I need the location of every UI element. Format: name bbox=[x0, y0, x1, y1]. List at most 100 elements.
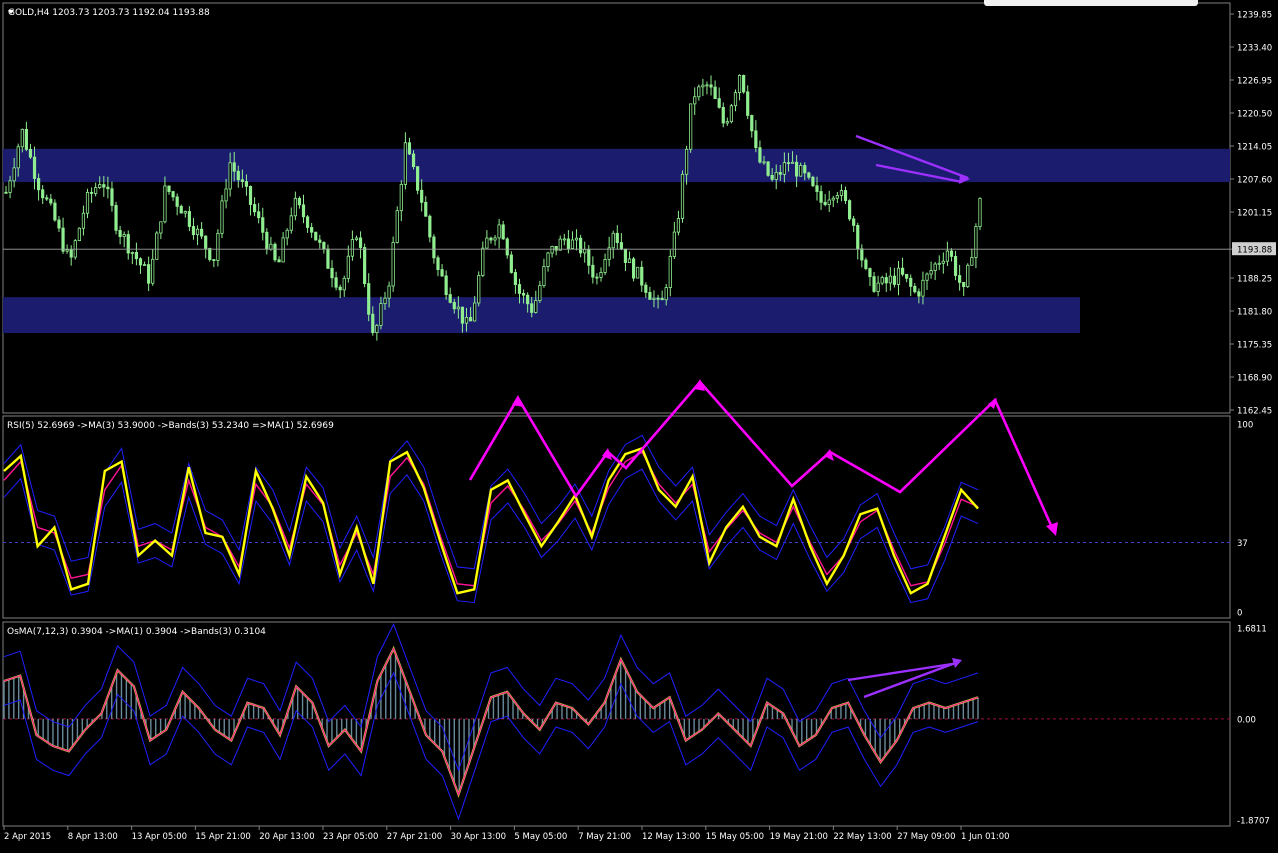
candle-body bbox=[98, 184, 102, 189]
candle-body bbox=[913, 285, 917, 293]
candle-body bbox=[147, 264, 151, 284]
candle-body bbox=[758, 147, 762, 163]
candle-body bbox=[892, 275, 897, 285]
price-tick-label: 1188.25 bbox=[1237, 275, 1272, 285]
candle-body bbox=[20, 128, 24, 148]
candle-body bbox=[310, 227, 314, 233]
candle-body bbox=[28, 148, 33, 158]
candle-body bbox=[460, 306, 465, 324]
candle-body bbox=[770, 174, 774, 180]
candle-body bbox=[57, 219, 61, 229]
chart-canvas[interactable]: GOLD,H4 1203.73 1203.73 1192.04 1193.88 … bbox=[0, 0, 1278, 849]
candle-body bbox=[358, 237, 363, 248]
candle-body bbox=[949, 250, 954, 257]
candle-body bbox=[468, 317, 473, 322]
candle-body bbox=[41, 189, 45, 199]
candle-body bbox=[240, 179, 244, 182]
candle-body bbox=[244, 181, 249, 187]
osma-tick-label: 0.00 bbox=[1237, 715, 1256, 725]
candle-body bbox=[305, 216, 310, 228]
candle-body bbox=[725, 121, 729, 124]
candle-body bbox=[868, 268, 872, 278]
candle-body bbox=[314, 231, 318, 241]
candle-body bbox=[599, 272, 603, 278]
candle-body bbox=[847, 200, 852, 220]
osma-tick-label: 1.6811 bbox=[1237, 625, 1267, 635]
candle-body bbox=[489, 237, 493, 241]
candle-body bbox=[473, 302, 477, 322]
candle-body bbox=[896, 267, 901, 285]
candle-body bbox=[627, 258, 632, 263]
time-tick-label: 13 Apr 05:00 bbox=[132, 832, 187, 842]
rsi-header: RSI(5) 52.6969 ->MA(3) 53.9000 ->Bands(3… bbox=[7, 421, 334, 431]
candle-body bbox=[689, 103, 693, 150]
main-price-pane[interactable] bbox=[2, 2, 1231, 414]
candle-body bbox=[53, 202, 57, 221]
rsi-tick-label: 100 bbox=[1237, 421, 1253, 431]
candle-body bbox=[69, 249, 73, 258]
price-tick-label: 1233.40 bbox=[1237, 44, 1272, 54]
osma-pane[interactable] bbox=[2, 621, 1231, 827]
candle-body bbox=[318, 239, 322, 243]
price-tick-label: 1181.80 bbox=[1237, 308, 1272, 318]
candle-body bbox=[375, 325, 379, 334]
candle-body bbox=[269, 243, 273, 250]
candle-body bbox=[167, 185, 171, 192]
price-tick-label: 1214.05 bbox=[1237, 143, 1272, 153]
candle-body bbox=[411, 153, 416, 168]
candle-body bbox=[142, 264, 147, 266]
candle-body bbox=[970, 257, 974, 266]
candle-body bbox=[945, 250, 949, 262]
time-tick-label: 20 Apr 13:00 bbox=[259, 832, 314, 842]
candle-body bbox=[856, 224, 860, 250]
candle-body bbox=[566, 238, 570, 249]
candle-body bbox=[742, 75, 746, 93]
candle-body bbox=[534, 300, 538, 313]
main-header: GOLD,H4 1203.73 1203.73 1192.04 1193.88 bbox=[8, 8, 210, 18]
candle-body bbox=[248, 185, 253, 205]
candle-body bbox=[159, 221, 163, 234]
candle-body bbox=[884, 277, 888, 284]
candle-body bbox=[827, 199, 831, 205]
candle-body bbox=[876, 282, 880, 292]
candle-body bbox=[652, 297, 656, 300]
candle-body bbox=[819, 191, 823, 203]
candle-body bbox=[350, 239, 355, 257]
candle-body bbox=[517, 284, 522, 294]
osma-tick-label: -1.8707 bbox=[1237, 817, 1270, 827]
candle-body bbox=[118, 229, 122, 237]
candle-body bbox=[953, 256, 958, 276]
candle-body bbox=[179, 205, 183, 214]
candle-body bbox=[554, 246, 558, 251]
candle-body bbox=[815, 185, 819, 192]
candle-body bbox=[619, 242, 623, 250]
candle-body bbox=[766, 161, 770, 176]
candle-body bbox=[937, 262, 941, 265]
candle-body bbox=[301, 204, 306, 218]
candle-body bbox=[709, 84, 713, 88]
corner-widget[interactable] bbox=[984, 0, 1198, 6]
candle-body bbox=[444, 275, 448, 295]
candle-body bbox=[326, 248, 330, 269]
candle-body bbox=[644, 284, 648, 293]
candle-body bbox=[110, 188, 114, 206]
candle-body bbox=[94, 187, 98, 194]
time-tick-label: 1 Jun 01:00 bbox=[961, 832, 1010, 842]
candle-body bbox=[623, 248, 628, 263]
candle-body bbox=[61, 227, 65, 252]
candle-body bbox=[493, 237, 497, 241]
candle-body bbox=[212, 259, 216, 261]
candle-body bbox=[126, 234, 130, 254]
candle-body bbox=[277, 259, 281, 263]
price-tick-label: 1226.95 bbox=[1237, 77, 1272, 87]
candle-body bbox=[900, 267, 905, 275]
candle-body bbox=[106, 186, 110, 190]
candle-body bbox=[171, 191, 175, 198]
candle-body bbox=[208, 248, 212, 260]
candle-body bbox=[782, 162, 786, 175]
time-tick-label: 7 May 21:00 bbox=[578, 832, 631, 842]
candle-body bbox=[497, 224, 501, 239]
candle-body bbox=[615, 232, 619, 243]
candle-body bbox=[852, 218, 856, 226]
time-tick-label: 2 Apr 2015 bbox=[4, 832, 51, 842]
